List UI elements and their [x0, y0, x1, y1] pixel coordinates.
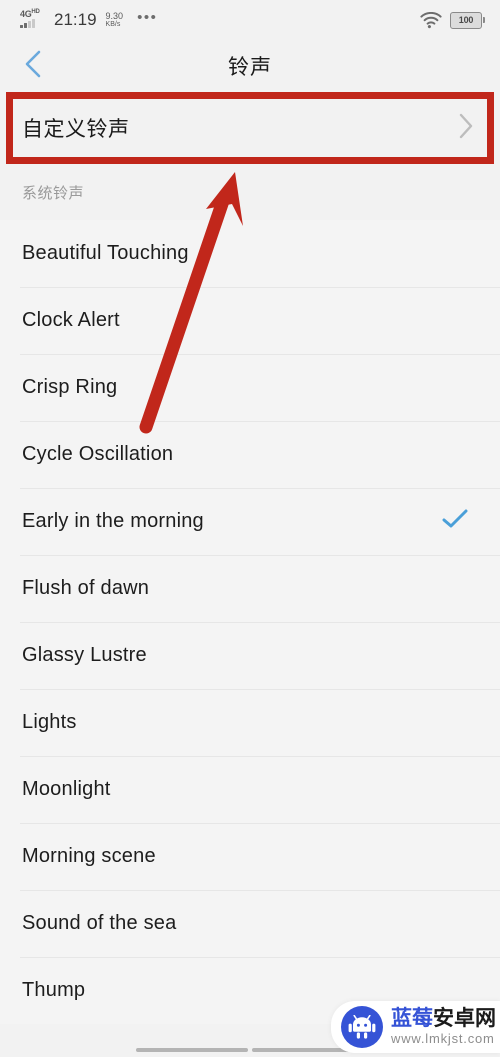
ringtone-name: Lights: [22, 711, 77, 733]
ringtone-list-item[interactable]: Flush of dawn: [0, 555, 500, 622]
ringtone-list-item[interactable]: Crisp Ring: [0, 354, 500, 421]
ringtone-list-item[interactable]: Beautiful Touching: [0, 220, 500, 287]
status-clock: 21:19: [54, 10, 97, 29]
ringtone-name: Sound of the sea: [22, 912, 177, 934]
wifi-icon: [420, 11, 442, 29]
ringtone-list: Beautiful Touching Clock Alert Crisp Ring C…: [0, 220, 500, 1024]
app-header: 铃声: [0, 40, 500, 92]
ringtone-name: Glassy Lustre: [22, 644, 147, 666]
ringtone-name: Clock Alert: [22, 309, 120, 331]
network-type-label: 4GHD: [20, 9, 40, 19]
network-speed-value: 9.30: [105, 10, 124, 21]
network-speed-unit: KB/s: [105, 21, 121, 29]
battery-indicator: 100: [450, 11, 485, 29]
ringtone-name: Thump: [22, 979, 86, 1001]
watermark-site-name: 蓝莓安卓网: [391, 1008, 496, 1030]
chevron-left-icon: [23, 49, 43, 84]
back-button[interactable]: [16, 49, 50, 83]
ringtone-name: Cycle Oscillation: [22, 443, 174, 465]
ringtone-list-item[interactable]: Sound of the sea: [0, 890, 500, 957]
ringtone-list-item[interactable]: Cycle Oscillation: [0, 421, 500, 488]
ringtone-list-item[interactable]: Glassy Lustre: [0, 622, 500, 689]
ringtone-name: Beautiful Touching: [22, 242, 189, 264]
watermark-name-part2: 安卓网: [433, 1007, 496, 1031]
cellular-signal-indicator: 4GHD: [20, 9, 46, 31]
ringtone-name: Crisp Ring: [22, 376, 118, 398]
network-speed-indicator: 9.30 KB/s: [105, 10, 124, 29]
ringtone-list-item[interactable]: Moonlight: [0, 756, 500, 823]
watermark-url: www.lmkjst.com: [391, 1031, 495, 1047]
ringtone-list-item[interactable]: Clock Alert: [0, 287, 500, 354]
site-watermark: 蓝莓安卓网 www.lmkjst.com: [331, 1001, 500, 1053]
ringtone-list-item[interactable]: Lights: [0, 689, 500, 756]
ringtone-name: Morning scene: [22, 845, 156, 867]
ringtone-list-item[interactable]: Morning scene: [0, 823, 500, 890]
watermark-text: 蓝莓安卓网 www.lmkjst.com: [391, 1008, 496, 1046]
ringtone-list-item[interactable]: Early in the morning: [0, 488, 500, 555]
status-bar-left: 4GHD 21:19 9.30 KB/s •••: [20, 9, 157, 31]
section-header-label: 系统铃声: [22, 184, 85, 202]
battery-level-label: 100: [458, 15, 474, 25]
android-robot-icon: [341, 1006, 383, 1048]
watermark-name-part1: 蓝莓: [391, 1007, 433, 1031]
check-icon: [442, 509, 468, 534]
ringtone-name: Flush of dawn: [22, 577, 150, 599]
status-bar-right: 100: [420, 11, 485, 29]
ringtone-name: Moonlight: [22, 778, 111, 800]
signal-bars-icon: [20, 19, 35, 28]
page-title: 铃声: [228, 56, 272, 79]
status-bar: 4GHD 21:19 9.30 KB/s ••• 100: [0, 0, 500, 40]
custom-ringtone-highlight-box: [6, 92, 494, 164]
system-ringtones-section-header: 系统铃声: [0, 164, 500, 220]
gesture-bar-segment-left[interactable]: [136, 1048, 248, 1052]
ringtone-name: Early in the morning: [22, 510, 204, 532]
overflow-dots-icon: •••: [137, 9, 158, 26]
